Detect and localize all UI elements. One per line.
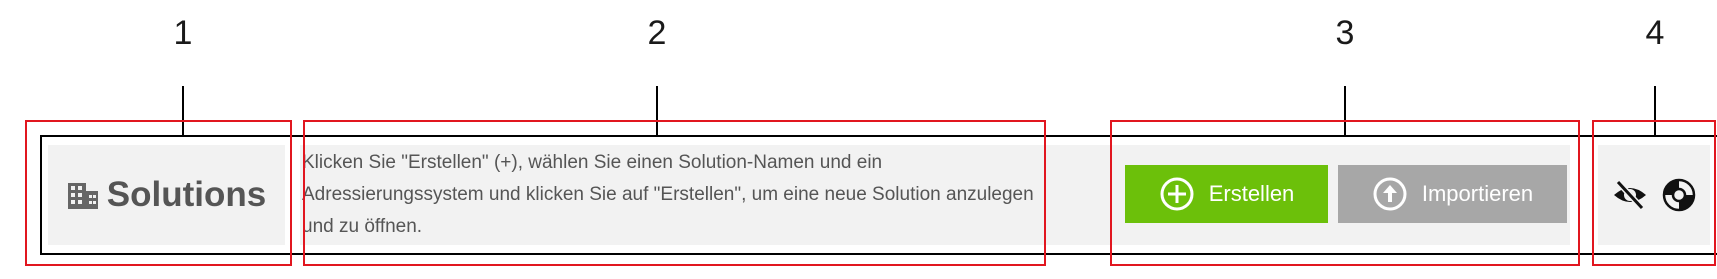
callout-number-2: 2 [647,14,667,52]
callout-number-3: 3 [1335,14,1355,52]
eye-slash-icon[interactable] [1612,180,1648,210]
callout-line-3 [1344,86,1346,136]
callout-line-4 [1654,86,1656,136]
callout-line-1 [182,86,184,136]
lifebuoy-icon[interactable] [1662,178,1696,212]
tools-panel [1598,145,1710,245]
create-button-label: Erstellen [1208,181,1295,206]
callout-number-4: 4 [1645,14,1665,52]
building-icon [67,180,99,210]
callout-line-2 [656,86,658,136]
plus-circle-icon [1159,176,1195,212]
page-title: Solutions [106,175,267,214]
import-button[interactable]: Importieren [1338,165,1567,223]
create-button[interactable]: Erstellen [1125,165,1328,223]
page-title-panel: Solutions [48,145,285,245]
callout-number-1: 1 [173,14,193,52]
help-text: Klicken Sie "Erstellen" (+), wählen Sie … [302,152,1034,237]
upload-circle-icon [1372,176,1408,212]
import-button-label: Importieren [1421,181,1534,206]
